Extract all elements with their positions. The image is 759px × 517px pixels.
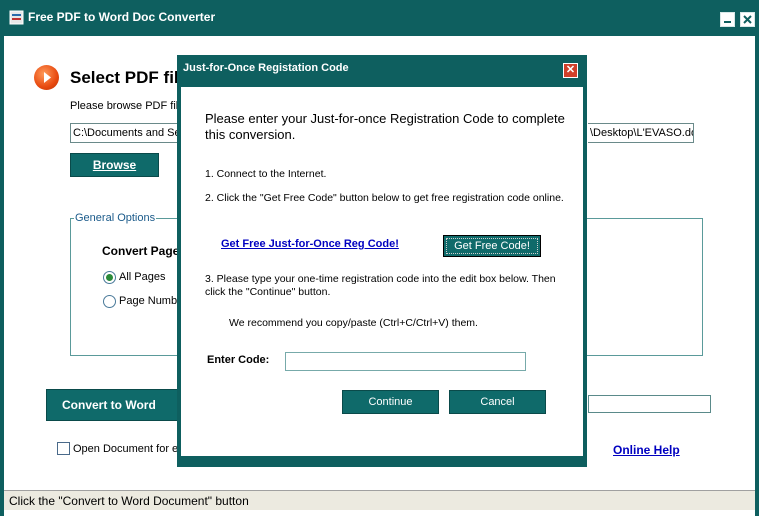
window-title: Free PDF to Word Doc Converter (28, 10, 216, 24)
browse-hint: Please browse PDF file (70, 100, 185, 112)
recommend-text: We recommend you copy/paste (Ctrl+C/Ctrl… (229, 317, 478, 329)
radio-selected-dot (106, 274, 113, 281)
open-document-checkbox[interactable] (57, 442, 70, 455)
dialog-border-bottom (177, 456, 587, 467)
convert-to-word-button[interactable]: Convert to Word Doc (46, 389, 179, 443)
progress-bar (588, 395, 711, 413)
step-1-text: 1. Connect to the Internet. (205, 168, 327, 180)
all-pages-label[interactable]: All Pages (119, 271, 165, 283)
step-2-text: 2. Click the "Get Free Code" button belo… (205, 192, 564, 204)
dialog-title: Just-for-Once Registation Code (183, 62, 349, 74)
registration-code-input[interactable] (285, 352, 526, 371)
app-icon (9, 10, 24, 25)
window-border-left (0, 36, 4, 516)
pdf-path-input[interactable]: C:\Documents and Se (70, 123, 190, 143)
page-numbers-label[interactable]: Page Numbe (119, 295, 183, 307)
play-arrow-icon (34, 65, 59, 90)
continue-button[interactable]: Continue (342, 390, 439, 414)
dialog-heading: Please enter your Just-for-once Registra… (205, 111, 565, 142)
get-free-code-link[interactable]: Get Free Just-for-Once Reg Code! (221, 238, 399, 250)
dialog-close-icon[interactable]: ✕ (563, 63, 578, 78)
section-title: Select PDF fil (70, 68, 179, 87)
cancel-button[interactable]: Cancel (449, 390, 546, 414)
enter-code-label: Enter Code: (207, 354, 270, 366)
general-options-legend: General Options (74, 212, 157, 224)
page-numbers-radio[interactable] (103, 295, 116, 308)
online-help-link[interactable]: Online Help (613, 443, 680, 457)
convert-pages-label: Convert Page (102, 244, 180, 258)
minimize-icon (724, 21, 731, 23)
pdf-path-input-tail[interactable]: \Desktop\L'EVASO.do (588, 123, 694, 143)
dialog-border-right (583, 87, 587, 467)
minimize-button[interactable] (720, 12, 735, 27)
step-3-text: 3. Please type your one-time registratio… (205, 273, 556, 298)
window-border-right (755, 36, 759, 516)
close-icon (743, 15, 752, 24)
get-free-code-button[interactable]: Get Free Code! (443, 235, 541, 257)
status-bar: Click the "Convert to Word Document" but… (4, 490, 755, 510)
browse-button[interactable]: Browse (70, 153, 159, 177)
close-button[interactable] (740, 12, 755, 27)
dialog-border-left (177, 87, 181, 467)
open-document-label[interactable]: Open Document for e (73, 443, 178, 455)
